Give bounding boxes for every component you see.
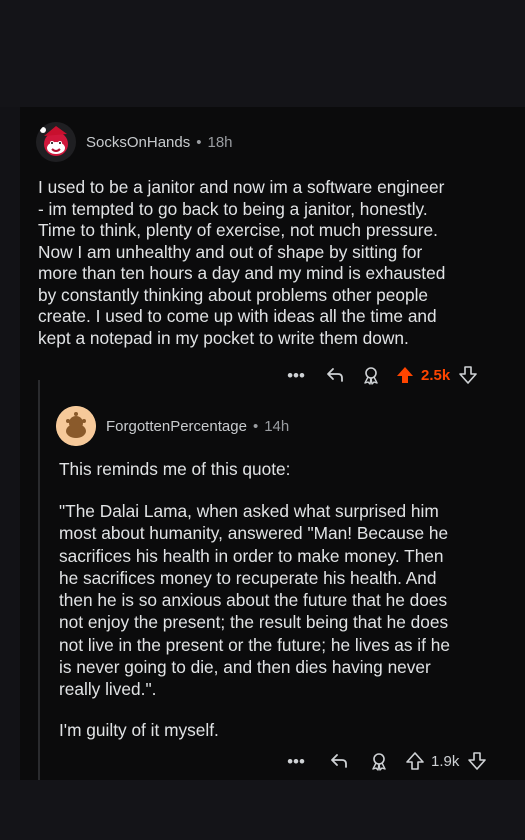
downvote-arrow-icon[interactable]	[458, 365, 478, 385]
comment-actions: ••• 2.5k	[285, 364, 478, 386]
comment-username[interactable]: SocksOnHands	[86, 134, 190, 151]
comment-body-outro: I'm guilty of it myself.	[59, 720, 219, 740]
user-avatar[interactable]	[56, 406, 96, 446]
comment-age: 14h	[264, 417, 290, 435]
comment-body-quote: "The Dalai Lama, when asked what surpris…	[59, 501, 450, 700]
comment-header: SocksOnHands • 18h	[36, 122, 233, 162]
vote-count: 2.5k	[421, 366, 451, 384]
comment-username[interactable]: ForgottenPercentage	[106, 418, 247, 435]
vote-count: 1.9k	[431, 752, 460, 770]
separator-dot: •	[252, 417, 259, 435]
snoo-avatar-icon	[40, 126, 68, 156]
downvote-arrow-icon[interactable]	[467, 751, 487, 771]
upvote-arrow-icon[interactable]	[405, 751, 425, 771]
upvote-arrow-icon[interactable]	[395, 365, 415, 385]
comment-body-intro: This reminds me of this quote:	[59, 459, 291, 479]
comment-age: 18h	[207, 133, 233, 151]
default-snoo-icon	[56, 406, 96, 446]
reply-icon[interactable]	[325, 365, 345, 385]
more-options-icon[interactable]: •••	[285, 753, 307, 770]
comment-body: I used to be a janitor and now im a soft…	[38, 177, 446, 348]
user-avatar[interactable]	[36, 122, 76, 162]
more-options-icon[interactable]: •••	[285, 367, 307, 384]
comment-actions: ••• 1.9k	[285, 750, 487, 772]
reply-icon[interactable]	[329, 751, 349, 771]
award-icon[interactable]	[361, 365, 381, 385]
top-bar-background	[0, 0, 525, 107]
bottom-bar-background	[0, 780, 525, 840]
separator-dot: •	[196, 133, 202, 151]
thread-line[interactable]	[38, 380, 40, 780]
comment-header: ForgottenPercentage • 14h	[56, 406, 289, 446]
award-icon[interactable]	[369, 751, 389, 771]
